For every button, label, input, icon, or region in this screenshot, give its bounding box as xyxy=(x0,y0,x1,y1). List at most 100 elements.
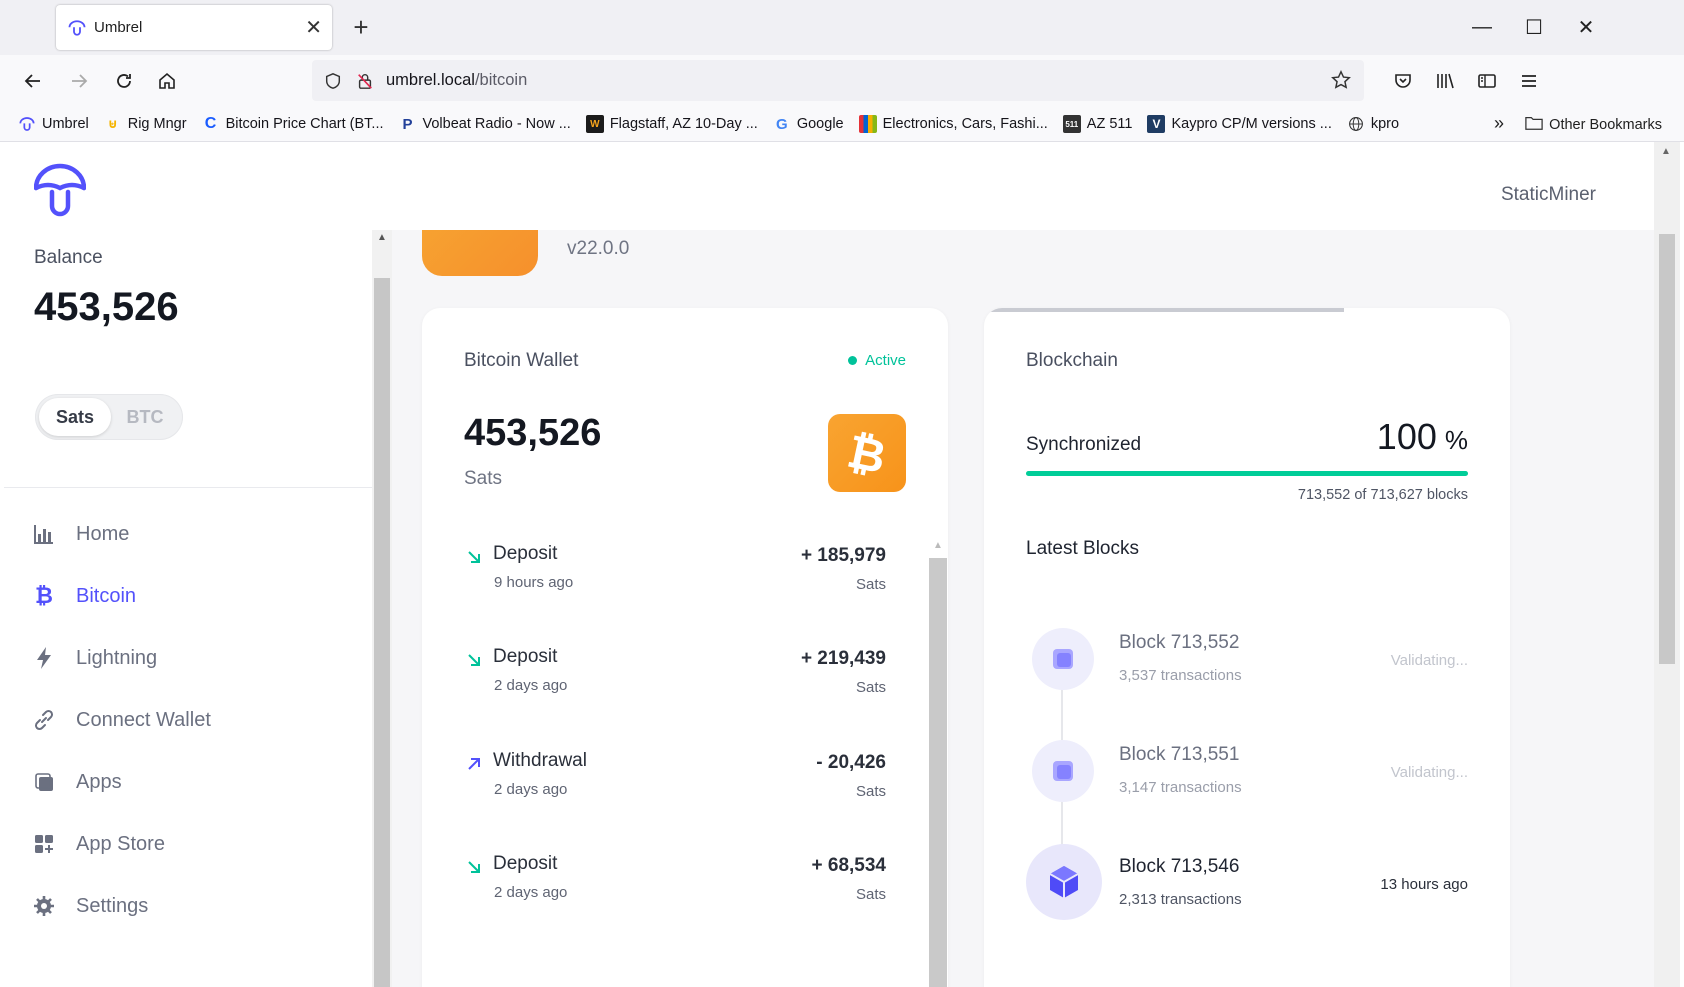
sync-percent-symbol: % xyxy=(1444,425,1468,455)
bookmark-star-icon[interactable] xyxy=(1330,69,1352,91)
transaction-row[interactable]: Deposit 9 hours ago + 185,979 Sats xyxy=(464,543,886,623)
bookmarks-bar: Umbrel ⊌ Rig Mngr C Bitcoin Price Chart … xyxy=(0,107,1684,142)
new-tab-button[interactable]: + xyxy=(344,10,378,44)
bookmark-az511[interactable]: 511 AZ 511 xyxy=(1062,115,1132,133)
unit-btc-option[interactable]: BTC xyxy=(109,398,181,436)
transaction-amount: + 68,534 xyxy=(811,855,887,876)
sidebar-item-label: Connect Wallet xyxy=(76,708,211,731)
maximize-icon[interactable]: ☐ xyxy=(1506,0,1562,55)
sidebar-item-label: Settings xyxy=(76,894,149,917)
block-status: 13 hours ago xyxy=(1380,876,1468,893)
bitcoin-wallet-card: Bitcoin Wallet Active 453,526 Sats ₿ Dep… xyxy=(422,308,948,987)
app-version: v22.0.0 xyxy=(567,238,630,259)
bookmark-flagstaff[interactable]: W Flagstaff, AZ 10-Day ... xyxy=(585,115,758,133)
unit-sats-option[interactable]: Sats xyxy=(39,398,111,436)
transaction-type: Deposit xyxy=(493,646,558,667)
transaction-type: Deposit xyxy=(493,853,558,874)
pocket-icon[interactable] xyxy=(1386,64,1420,98)
sidebar-item-home[interactable]: Home xyxy=(32,512,362,556)
transaction-time: 9 hours ago xyxy=(494,574,574,591)
sidebar-toggle-icon[interactable] xyxy=(1470,64,1504,98)
block-name: Block 713,546 xyxy=(1119,856,1240,877)
close-window-icon[interactable]: ✕ xyxy=(1558,0,1614,55)
balance-label: Balance xyxy=(34,247,103,268)
sidebar-item-app-store[interactable]: App Store xyxy=(32,822,362,866)
transaction-time: 2 days ago xyxy=(494,677,568,694)
insecure-lock-icon[interactable] xyxy=(356,72,374,90)
reload-icon[interactable] xyxy=(107,64,141,98)
gear-icon xyxy=(32,894,56,918)
bookmark-label: Google xyxy=(796,116,844,132)
bookmark-ebay[interactable]: Electronics, Cars, Fashi... xyxy=(858,115,1048,133)
page-scrollbar[interactable]: ▲ xyxy=(1654,142,1680,987)
username[interactable]: StaticMiner xyxy=(1501,184,1596,206)
latest-blocks-heading: Latest Blocks xyxy=(1026,538,1139,559)
minimize-icon[interactable]: — xyxy=(1454,0,1510,55)
block-row[interactable]: Block 713,552 3,537 transactions Validat… xyxy=(1026,628,1468,708)
umbrel-logo-icon[interactable] xyxy=(33,162,87,225)
forward-icon[interactable] xyxy=(62,64,96,98)
scroll-up-arrow-icon[interactable]: ▲ xyxy=(933,540,943,551)
sidebar: Balance 453,526 Sats BTC Home ₿ Bitcoin … xyxy=(4,232,392,987)
block-transactions: 3,537 transactions xyxy=(1119,667,1242,684)
block-row[interactable]: Block 713,546 2,313 transactions 13 hour… xyxy=(1026,844,1468,932)
scroll-up-arrow-icon[interactable]: ▲ xyxy=(377,232,387,243)
bookmark-google[interactable]: G Google xyxy=(773,115,844,133)
sidebar-item-apps[interactable]: Apps xyxy=(32,760,362,804)
scroll-up-arrow-icon[interactable]: ▲ xyxy=(1661,146,1671,157)
sidebar-scrollbar[interactable]: ▲ xyxy=(372,230,392,987)
sidebar-item-connect-wallet[interactable]: Connect Wallet xyxy=(32,698,362,742)
sidebar-item-bitcoin[interactable]: ₿ Bitcoin xyxy=(32,574,362,618)
sidebar-scrollbar-thumb[interactable] xyxy=(374,278,390,987)
transaction-scrollbar-thumb[interactable] xyxy=(929,558,947,987)
transaction-row[interactable]: Withdrawal 2 days ago - 20,426 Sats xyxy=(464,750,886,830)
library-icon[interactable] xyxy=(1428,64,1462,98)
url-bar[interactable]: umbrel.local/bitcoin xyxy=(312,60,1364,101)
blockchain-title: Blockchain xyxy=(1026,350,1118,371)
bookmark-rig-mngr[interactable]: ⊌ Rig Mngr xyxy=(104,115,186,133)
bookmark-volbeat[interactable]: P Volbeat Radio - Now ... xyxy=(399,115,570,133)
menu-icon[interactable] xyxy=(1512,64,1546,98)
balance-value: 453,526 xyxy=(34,285,179,329)
sidebar-item-label: Bitcoin xyxy=(76,584,137,607)
back-icon[interactable] xyxy=(16,64,50,98)
bookmark-kpro[interactable]: kpro xyxy=(1347,115,1399,133)
bitcoin-logo-icon: ₿ xyxy=(828,414,906,492)
browser-tab[interactable]: Umbrel ✕ xyxy=(56,5,332,50)
transaction-row[interactable]: Deposit 2 days ago + 68,534 Sats xyxy=(464,853,886,933)
bookmarks-overflow-icon[interactable]: » xyxy=(1494,113,1504,134)
url-host: umbrel.local xyxy=(386,71,475,89)
home-icon[interactable] xyxy=(150,64,184,98)
bookmark-kaypro[interactable]: V Kaypro CP/M versions ... xyxy=(1147,115,1332,133)
shield-icon[interactable] xyxy=(324,72,342,90)
page-scrollbar-thumb[interactable] xyxy=(1659,234,1675,664)
sidebar-item-settings[interactable]: Settings xyxy=(32,884,362,928)
sidebar-item-label: Apps xyxy=(76,770,122,793)
sidebar-item-label: App Store xyxy=(76,832,165,855)
block-name: Block 713,551 xyxy=(1119,744,1240,765)
bookmark-umbrel[interactable]: Umbrel xyxy=(18,115,89,133)
chart-icon xyxy=(32,522,56,546)
sidebar-item-lightning[interactable]: Lightning xyxy=(32,636,362,680)
transaction-scrollbar[interactable]: ▲ xyxy=(928,540,948,987)
unit-toggle[interactable]: Sats BTC xyxy=(35,394,183,440)
rig-icon: ⊌ xyxy=(107,116,119,131)
withdrawal-arrow-icon xyxy=(464,754,484,774)
block-row[interactable]: Block 713,551 3,147 transactions Validat… xyxy=(1026,740,1468,820)
deposit-arrow-icon xyxy=(464,650,484,670)
other-bookmarks[interactable]: Other Bookmarks xyxy=(1525,115,1662,135)
weather-icon: W xyxy=(585,115,604,133)
sync-percent: 100% xyxy=(1377,416,1468,458)
transaction-unit: Sats xyxy=(855,783,886,800)
bookmark-bitcoin-price[interactable]: C Bitcoin Price Chart (BT... xyxy=(202,115,384,133)
lightning-icon xyxy=(32,646,56,670)
bookmark-label: Kaypro CP/M versions ... xyxy=(1171,116,1332,132)
transaction-row[interactable]: Deposit 2 days ago + 219,439 Sats xyxy=(464,646,886,726)
deposit-arrow-icon xyxy=(464,857,484,877)
transaction-amount: + 185,979 xyxy=(800,545,886,566)
cube-icon xyxy=(1032,628,1094,690)
wallet-title: Bitcoin Wallet xyxy=(464,350,579,371)
apps-icon xyxy=(32,770,56,794)
globe-icon xyxy=(1347,115,1365,133)
close-tab-icon[interactable]: ✕ xyxy=(305,15,322,40)
